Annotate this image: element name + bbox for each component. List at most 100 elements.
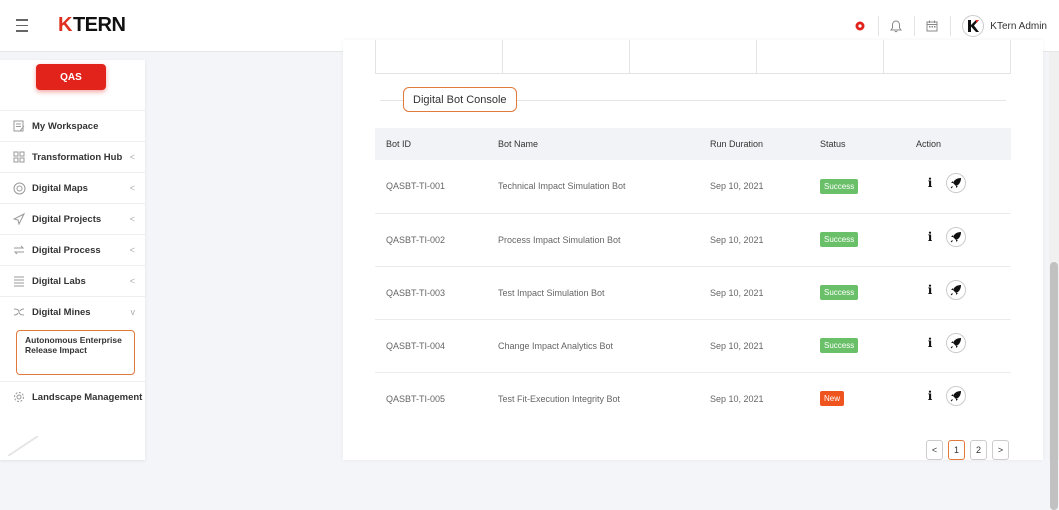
action-buttons: i bbox=[920, 332, 1011, 353]
action-cell: i bbox=[905, 319, 1011, 373]
column-header-bot-name[interactable]: Bot Name bbox=[487, 128, 699, 160]
status-badge: Success bbox=[820, 338, 859, 353]
status-badge: Success bbox=[820, 285, 859, 300]
sidebar-item-label: Transformation Hub bbox=[32, 151, 123, 163]
action-buttons: i bbox=[920, 385, 1011, 406]
pagination: < 1 2 > bbox=[926, 440, 1009, 460]
run-duration-cell: Sep 10, 2021 bbox=[699, 213, 809, 267]
process-icon bbox=[12, 243, 26, 257]
info-icon[interactable]: i bbox=[920, 386, 940, 406]
pagination-page-1[interactable]: 1 bbox=[948, 440, 965, 460]
column-header-bot-id[interactable]: Bot ID bbox=[375, 128, 487, 160]
status-cell: New bbox=[809, 372, 905, 425]
rocket-icon[interactable] bbox=[946, 173, 966, 194]
sidebar-item-landscape-management[interactable]: Landscape Management bbox=[0, 381, 145, 412]
bot-id-cell: QASBT-TI-005 bbox=[386, 393, 446, 404]
table-row: QASBT-TI-004 Change Impact Analytics Bot S… bbox=[375, 319, 1011, 373]
rocket-icon[interactable] bbox=[946, 226, 966, 247]
sidebar-item-digital-mines[interactable]: Digital Mines v bbox=[0, 296, 145, 327]
grid-icon bbox=[12, 150, 26, 164]
pagination-next-button[interactable]: > bbox=[992, 440, 1009, 460]
action-cell: i bbox=[905, 213, 1011, 267]
logo-k: K bbox=[58, 14, 72, 36]
menu-icon[interactable] bbox=[0, 0, 44, 52]
status-cell: Success bbox=[809, 266, 905, 320]
logo-text: TERN bbox=[72, 14, 126, 36]
scrollbar-thumb[interactable] bbox=[1050, 262, 1058, 510]
send-icon bbox=[12, 212, 26, 226]
previous-table-bottom bbox=[375, 40, 1011, 74]
sidebar-item-digital-process[interactable]: Digital Process < bbox=[0, 234, 145, 265]
action-buttons: i bbox=[920, 279, 1011, 300]
map-icon bbox=[12, 181, 26, 195]
bot-id-cell: QASBT-TI-003 bbox=[375, 266, 487, 320]
status-badge: New bbox=[820, 391, 845, 407]
bot-name-cell: Technical Impact Simulation Bot bbox=[487, 160, 699, 214]
status-badge: Success bbox=[820, 232, 859, 247]
column-header-status[interactable]: Status bbox=[809, 128, 905, 160]
bot-id-cell: QASBT-TI-002 bbox=[375, 213, 487, 267]
sidebar-item-my-workspace[interactable]: My Workspace bbox=[0, 110, 145, 141]
sidebar-nav: My Workspace Transformation Hub < Digita… bbox=[0, 110, 145, 412]
sidebar-item-label: Digital Process bbox=[32, 244, 101, 256]
sidebar-item-label: Digital Labs bbox=[32, 275, 86, 287]
chevron-left-icon: < bbox=[129, 245, 135, 255]
sidebar-item-transformation-hub[interactable]: Transformation Hub < bbox=[0, 141, 145, 172]
sidebar-item-label: Landscape Management bbox=[32, 391, 143, 403]
info-icon[interactable]: i bbox=[920, 333, 940, 353]
rocket-icon[interactable] bbox=[946, 332, 966, 353]
rocket-icon[interactable] bbox=[946, 279, 966, 300]
action-cell: i bbox=[905, 160, 1011, 214]
action-cell: i bbox=[905, 372, 1011, 425]
ktern-logo[interactable]: K TERN bbox=[58, 14, 126, 37]
sidebar-item-digital-maps[interactable]: Digital Maps < bbox=[0, 172, 145, 203]
table-row: QASBT-TI-003 Test Impact Simulation Bot Se… bbox=[375, 266, 1011, 320]
action-buttons: i bbox=[920, 173, 1011, 194]
action-cell: i bbox=[905, 266, 1011, 320]
run-duration-cell: Sep 10, 2021 bbox=[699, 319, 809, 373]
section-title: Digital Bot Console bbox=[403, 87, 517, 112]
scrollbar[interactable] bbox=[1049, 52, 1059, 510]
bot-name-cell: Test Fit-Execution Integrity Bot bbox=[498, 393, 621, 404]
status-cell: Success bbox=[809, 319, 905, 373]
sidebar-item-label: Digital Maps bbox=[32, 182, 88, 194]
info-icon[interactable]: i bbox=[920, 280, 940, 300]
run-duration-cell: Sep 10, 2021 bbox=[710, 393, 764, 404]
status-badge: Success bbox=[820, 178, 859, 194]
chevron-down-icon: v bbox=[130, 307, 136, 317]
table-row: QASBT-TI-001 Technical Impact Simulation … bbox=[375, 160, 1011, 214]
run-duration-cell: Sep 10, 2021 bbox=[699, 266, 809, 320]
status-cell: Success bbox=[809, 160, 905, 214]
rocket-icon[interactable] bbox=[946, 385, 966, 406]
bot-console-table: Bot ID Bot Name Run Duration Status Acti… bbox=[375, 128, 1011, 425]
gear-icon bbox=[12, 390, 26, 404]
sidebar-item-label: Digital Mines bbox=[32, 306, 91, 318]
bot-name-cell: Test Impact Simulation Bot bbox=[487, 266, 699, 320]
env-selector-button[interactable]: QAS bbox=[36, 64, 106, 90]
pagination-page-2[interactable]: 2 bbox=[970, 440, 987, 460]
pagination-prev-button[interactable]: < bbox=[926, 440, 943, 460]
column-header-action: Action bbox=[916, 139, 942, 149]
status-cell: Success bbox=[809, 213, 905, 267]
sidebar-item-digital-projects[interactable]: Digital Projects < bbox=[0, 203, 145, 234]
table-row: QASBT-TI-005 Test Fit-Execution Integrity… bbox=[375, 372, 1011, 425]
sidebar-item-label: Digital Projects bbox=[32, 213, 102, 225]
chevron-left-icon: < bbox=[129, 214, 135, 224]
sidebar-subitem-autonomous-enterprise-release-impact[interactable]: Autonomous Enterprise Release Impact bbox=[16, 330, 135, 375]
info-icon[interactable]: i bbox=[920, 173, 940, 193]
chevron-left-icon: < bbox=[129, 276, 135, 286]
workspace-icon bbox=[12, 119, 26, 133]
avatar bbox=[962, 15, 985, 37]
bot-name-cell: Process Impact Simulation Bot bbox=[487, 213, 699, 267]
mines-icon bbox=[12, 305, 26, 319]
bot-id-cell: QASBT-TI-001 bbox=[375, 160, 487, 214]
chevron-left-icon: < bbox=[129, 183, 135, 193]
info-icon[interactable]: i bbox=[920, 227, 940, 247]
chevron-left-icon: < bbox=[129, 152, 135, 162]
sidebar-item-label: My Workspace bbox=[32, 120, 99, 132]
column-header-run-duration[interactable]: Run Duration bbox=[699, 128, 809, 160]
sidebar-item-digital-labs[interactable]: Digital Labs < bbox=[0, 265, 145, 296]
bot-id-cell: QASBT-TI-004 bbox=[375, 319, 487, 373]
table-row: QASBT-TI-002 Process Impact Simulation Bo… bbox=[375, 213, 1011, 267]
main-content-card: Digital Bot Console Bot ID Bot Name Run … bbox=[343, 40, 1043, 460]
